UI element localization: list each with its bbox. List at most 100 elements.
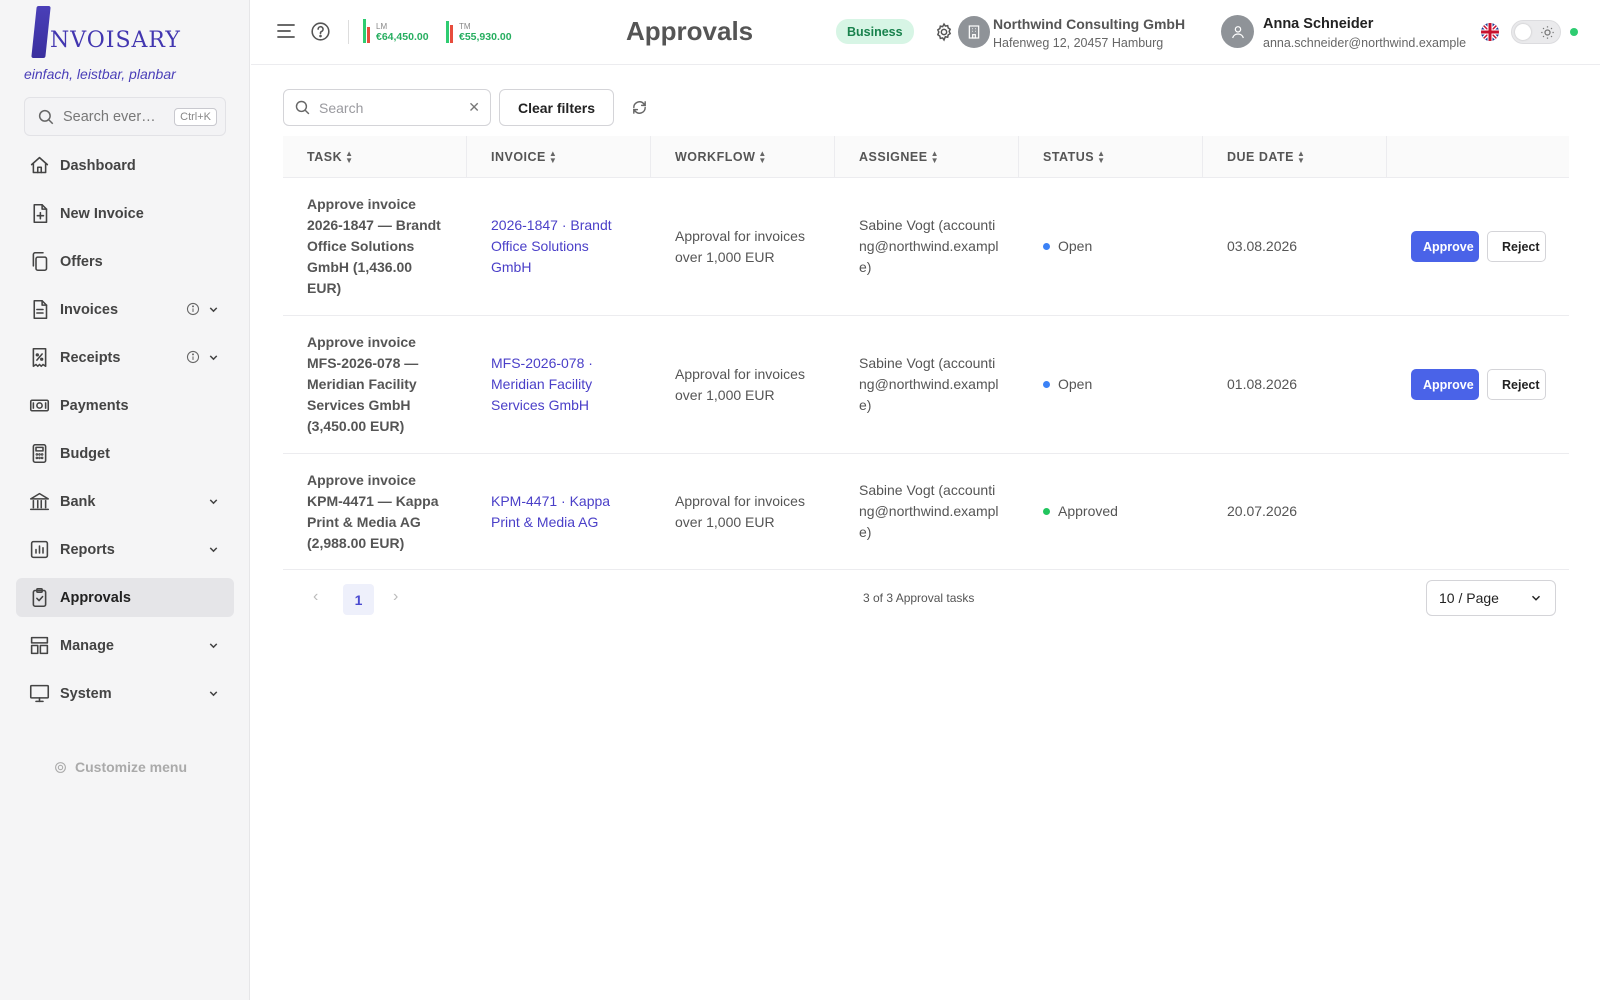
page-size-select[interactable]: 10 / Page	[1426, 580, 1556, 616]
search-icon	[38, 109, 54, 124]
bank-icon	[29, 492, 49, 511]
column-header-assignee[interactable]: ASSIGNEE ▲ ▼	[835, 136, 1019, 178]
sidebar-item-approvals[interactable]: Approvals	[16, 578, 234, 617]
layout-icon	[30, 636, 48, 655]
column-header-label: DUE DATE	[1227, 150, 1294, 164]
building-icon	[968, 25, 980, 39]
status-text: Approved	[1058, 503, 1118, 519]
refresh-button[interactable]	[631, 99, 648, 121]
menu-toggle-button[interactable]	[276, 22, 296, 45]
theme-toggle[interactable]	[1511, 20, 1561, 44]
column-header-workflow[interactable]: WORKFLOW ▲ ▼	[651, 136, 835, 178]
prev-page-icon[interactable]: ‹	[313, 588, 318, 606]
chevron-down-icon[interactable]	[207, 543, 220, 561]
column-header-task[interactable]: TASK ▲ ▼	[283, 136, 467, 178]
table-row[interactable]: Approve invoice KPM-4471 — Kappa Print &…	[283, 454, 1569, 570]
sidebar-item-label: Manage	[60, 637, 114, 654]
customize-menu-button[interactable]: Customize menu	[54, 759, 187, 775]
chevron-down-icon[interactable]	[207, 303, 220, 321]
sidebar-item-label: Reports	[60, 541, 115, 558]
page-number-1[interactable]: 1	[343, 584, 374, 615]
task-cell: Approve invoice 2026-1847 — Brandt Offic…	[307, 196, 441, 296]
column-header-label: ASSIGNEE	[859, 150, 928, 164]
sort-icon[interactable]: ▲ ▼	[549, 150, 557, 165]
status-dot	[1043, 381, 1050, 388]
company-avatar[interactable]	[958, 16, 990, 48]
file-plus-icon	[32, 203, 47, 224]
sort-icon[interactable]: ▲ ▼	[758, 150, 766, 165]
approve-button[interactable]: Approve	[1411, 231, 1479, 262]
sidebar-item-receipts[interactable]: Receipts	[16, 338, 234, 377]
kpi-last-month[interactable]: LM €64,450.00	[363, 19, 429, 43]
table-row[interactable]: Approve invoice 2026-1847 — Brandt Offic…	[283, 178, 1569, 316]
sidebar-item-system[interactable]: System	[16, 674, 234, 713]
reject-button[interactable]: Reject	[1487, 369, 1546, 400]
sidebar-item-reports[interactable]: Reports	[16, 530, 234, 569]
invoice-link[interactable]: MFS-2026-078 · Meridian Facility Service…	[467, 353, 651, 416]
sidebar-item-bank[interactable]: Bank	[16, 482, 234, 521]
status-cell: Open	[1019, 236, 1203, 257]
info-icon[interactable]	[186, 350, 200, 369]
column-header-status[interactable]: STATUS ▲ ▼	[1019, 136, 1203, 178]
clear-filters-button[interactable]: Clear filters	[499, 89, 614, 126]
user-avatar[interactable]	[1221, 15, 1254, 48]
plan-badge: Business	[836, 19, 914, 44]
sidebar-item-label: Offers	[60, 253, 103, 270]
column-header-due-date[interactable]: DUE DATE ▲ ▼	[1203, 136, 1387, 178]
nav-icon-wrap	[28, 299, 50, 321]
sort-icon[interactable]: ▲ ▼	[1297, 150, 1305, 165]
reject-button[interactable]: Reject	[1487, 231, 1546, 262]
approve-button[interactable]: Approve	[1411, 369, 1479, 400]
table-row[interactable]: Approve invoice MFS-2026-078 — Meridian …	[283, 316, 1569, 454]
chevron-down-icon[interactable]	[207, 351, 220, 369]
chevron-down-icon[interactable]	[207, 639, 220, 657]
sidebar-item-label: New Invoice	[60, 205, 144, 222]
sidebar-item-dashboard[interactable]: Dashboard	[16, 146, 234, 185]
nav-icon-wrap	[28, 587, 50, 609]
kpi-bars-icon	[363, 19, 371, 43]
settings-button[interactable]	[934, 22, 954, 47]
company-address: Hafenweg 12, 20457 Hamburg	[993, 36, 1164, 50]
sidebar-item-budget[interactable]: Budget	[16, 434, 234, 473]
chevron-down-icon[interactable]	[207, 687, 220, 705]
clipboard-check-icon	[32, 587, 46, 608]
online-status-indicator	[1570, 28, 1578, 36]
sidebar-item-manage[interactable]: Manage	[16, 626, 234, 665]
uk-flag-icon	[1481, 23, 1499, 41]
sort-icon[interactable]: ▲ ▼	[345, 150, 353, 165]
language-switcher[interactable]	[1480, 22, 1500, 47]
sort-icon[interactable]: ▲ ▼	[1097, 150, 1105, 165]
global-search[interactable]: Search ever… Ctrl+K	[24, 97, 226, 136]
column-header-label: WORKFLOW	[675, 150, 756, 164]
search-box[interactable]: ✕	[283, 89, 491, 126]
kpi-this-month[interactable]: TM €55,930.00	[446, 19, 512, 43]
user-menu[interactable]: Anna Schneider anna.schneider@northwind.…	[1263, 16, 1466, 50]
clear-search-icon[interactable]: ✕	[468, 99, 480, 116]
chevron-down-icon[interactable]	[207, 495, 220, 513]
brand-logo[interactable]: NVOISARY	[31, 6, 181, 58]
info-icon[interactable]	[186, 302, 200, 321]
sidebar-item-offers[interactable]: Offers	[16, 242, 234, 281]
invoice-link[interactable]: 2026-1847 · Brandt Office Solutions GmbH	[467, 215, 651, 278]
task-cell: Approve invoice MFS-2026-078 — Meridian …	[307, 334, 419, 434]
company-switcher[interactable]: Northwind Consulting GmbH Hafenweg 12, 2…	[993, 16, 1185, 50]
home-icon	[30, 156, 48, 174]
sort-icon[interactable]: ▲ ▼	[931, 150, 939, 165]
sidebar-item-invoices[interactable]: Invoices	[16, 290, 234, 329]
menu-icon	[277, 24, 295, 38]
sidebar-item-payments[interactable]: Payments	[16, 386, 234, 425]
pagination: ‹ 1 › 3 of 3 Approval tasks 10 / Page	[283, 580, 1569, 616]
invoice-link[interactable]: KPM-4471 · Kappa Print & Media AG	[467, 491, 651, 533]
table-header: TASK ▲ ▼ INVOICE ▲ ▼ WORKFLOW ▲ ▼ ASSIGNEE ▲ ▼ STATU…	[283, 136, 1569, 178]
help-button[interactable]	[310, 21, 331, 47]
actions-cell: Approve Reject	[1387, 369, 1569, 400]
table-body: Approve invoice 2026-1847 — Brandt Offic…	[283, 178, 1569, 570]
actions-cell: Approve Reject	[1387, 231, 1569, 262]
column-header-invoice[interactable]: INVOICE ▲ ▼	[467, 136, 651, 178]
user-email: anna.schneider@northwind.example	[1263, 36, 1467, 50]
sidebar-item-new-invoice[interactable]: New Invoice	[16, 194, 234, 233]
next-page-icon[interactable]: ›	[393, 588, 398, 606]
search-input[interactable]	[319, 99, 459, 116]
due-date-cell: 03.08.2026	[1227, 238, 1298, 254]
help-icon	[311, 22, 330, 41]
